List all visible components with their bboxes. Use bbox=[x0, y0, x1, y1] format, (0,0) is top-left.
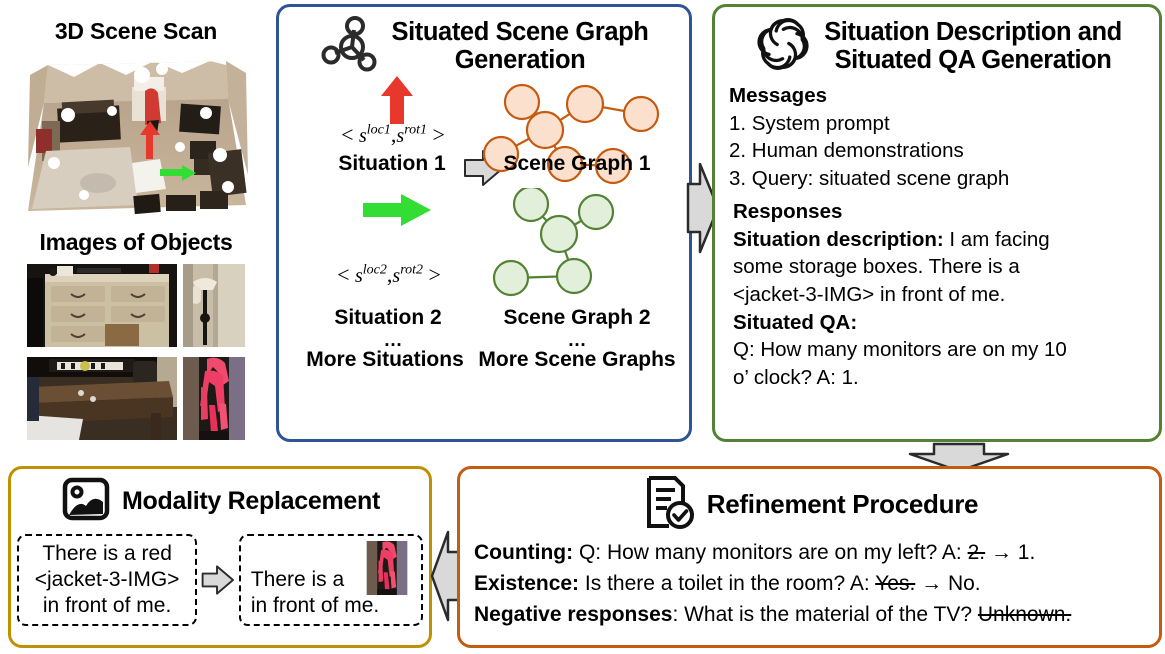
situation-description-line3: <jacket-3-IMG> in front of me. bbox=[733, 282, 1006, 306]
refinement-row-struck: Yes. bbox=[875, 572, 916, 596]
refinement-procedure-panel: Refinement Procedure Counting: Q: How ma… bbox=[457, 466, 1162, 648]
situation1-label: Situation 1 bbox=[338, 152, 446, 175]
situation2-label: Situation 2 bbox=[334, 306, 442, 329]
refinement-row-text: Is there a toilet in the room? A: bbox=[579, 572, 876, 596]
situation-description-block: Situation description: I am facing some … bbox=[729, 226, 1149, 309]
modality-panel-title: Modality Replacement bbox=[122, 487, 380, 515]
modality-replacement-row: There is a red <jacket-3-IMG> in front o… bbox=[11, 534, 429, 627]
document-check-icon bbox=[641, 474, 697, 535]
modality-source-box: There is a red <jacket-3-IMG> in front o… bbox=[17, 534, 198, 627]
message-item-2: 2. Human demonstrations bbox=[729, 139, 964, 163]
object-image-floor-lamp bbox=[183, 264, 245, 347]
modality-source-line2: <jacket-3-IMG> bbox=[34, 568, 180, 592]
more-situations-label: More Situations bbox=[306, 348, 464, 371]
situation-description-line2: some storage boxes. There is a bbox=[733, 255, 1020, 279]
scene-graph-panel-header: Situated Scene Graph Generation bbox=[287, 13, 681, 80]
refinement-panel-header: Refinement Procedure bbox=[460, 474, 1159, 535]
situated-qa-line1: Q: How many monitors are on my 10 bbox=[733, 338, 1067, 362]
refinement-row-struck: 2. bbox=[967, 541, 986, 564]
scene-scan-column: 3D Scene Scan Images of Objects bbox=[0, 0, 272, 450]
more-scene-graphs-label: More Scene Graphs bbox=[478, 348, 676, 371]
modality-target-box: There is a in front of me. bbox=[238, 534, 423, 627]
scene-graph-panel-body: < sloc1,srot1 > Situation 1 < sloc2,srot… bbox=[279, 76, 689, 410]
point-cloud-room-scan bbox=[28, 61, 248, 215]
refinement-row-label: Counting: bbox=[474, 541, 574, 564]
situations-ellipsis: … bbox=[383, 330, 403, 351]
refinement-row-text: Q: How many monitors are on my left? A: bbox=[573, 541, 968, 564]
modality-replacement-panel: Modality Replacement There is a red <jac… bbox=[8, 466, 432, 648]
qa-panel-body: Messages 1. System prompt 2. Human demon… bbox=[715, 80, 1159, 391]
graphs-ellipsis: … bbox=[567, 330, 587, 351]
refinement-row-arrow: → bbox=[915, 572, 948, 596]
situation1-notation: < sloc1,srot1 > bbox=[341, 122, 445, 147]
refinement-row-existence: Existence: Is there a toilet in the room… bbox=[474, 568, 1159, 599]
modality-target-line2: in front of me. bbox=[250, 594, 380, 618]
qa-panel-header: Situation Description and Situated QA Ge… bbox=[721, 13, 1153, 80]
refinement-row-label: Existence: bbox=[474, 572, 580, 596]
qa-panel-title: Situation Description and Situated QA Ge… bbox=[824, 17, 1122, 74]
refinement-row-corrected: 1. bbox=[1017, 541, 1036, 564]
situation2-green-arrow-icon bbox=[363, 194, 431, 226]
image-photo-icon bbox=[60, 473, 112, 530]
refinement-panel-body: Counting: Q: How many monitors are on my… bbox=[460, 535, 1159, 630]
scene-graph-panel-title: Situated Scene Graph Generation bbox=[391, 17, 649, 74]
scene-scan-render bbox=[14, 55, 258, 223]
message-item-3: 3. Query: situated scene graph bbox=[729, 166, 1010, 190]
connector-arrow-modality-source-to-target bbox=[201, 565, 235, 595]
refinement-row-corrected: No. bbox=[947, 572, 981, 596]
situation-description-line1: I am facing bbox=[943, 227, 1050, 251]
scene-graph-generation-panel: Situated Scene Graph Generation < sloc1,… bbox=[276, 4, 692, 442]
messages-heading: Messages bbox=[729, 84, 828, 107]
situation1-red-arrow-icon bbox=[381, 76, 413, 124]
situation2-notation: < sloc2,srot2 > bbox=[337, 262, 441, 287]
modality-source-line1: There is a red bbox=[42, 542, 172, 565]
modality-source-line3: in front of me. bbox=[42, 594, 172, 618]
responses-heading: Responses bbox=[733, 200, 843, 224]
refinement-row-text: : What is the material of the TV? bbox=[672, 603, 978, 627]
object-images-grid bbox=[13, 264, 259, 440]
situation-qa-panel: Situation Description and Situated QA Ge… bbox=[712, 4, 1162, 442]
refinement-row-label: Negative responses bbox=[474, 603, 673, 627]
modality-panel-header: Modality Replacement bbox=[11, 473, 429, 530]
modality-target-image bbox=[365, 541, 409, 596]
openai-logo-icon bbox=[752, 13, 814, 80]
situated-qa-label: Situated QA: bbox=[733, 310, 858, 334]
refinement-row-struck: Unknown. bbox=[977, 603, 1072, 627]
images-of-objects-title: Images of Objects bbox=[39, 229, 233, 255]
object-image-pink-jacket bbox=[183, 357, 245, 440]
figure-root: 3D Scene Scan Images of Objects Situated… bbox=[0, 0, 1165, 654]
graph-nodes-icon bbox=[320, 13, 382, 80]
refinement-row-negative: Negative responses: What is the material… bbox=[474, 599, 1159, 630]
object-image-desk bbox=[27, 357, 177, 440]
refinement-row-arrow: → bbox=[985, 541, 1018, 564]
scene-scan-title: 3D Scene Scan bbox=[54, 18, 218, 44]
refinement-panel-title: Refinement Procedure bbox=[706, 489, 979, 520]
message-item-1: 1. System prompt bbox=[729, 111, 890, 135]
object-image-dresser bbox=[27, 264, 177, 347]
situation-description-label: Situation description: bbox=[733, 227, 944, 251]
scene-graph-2-label: Scene Graph 2 bbox=[503, 306, 651, 329]
scene-graph-1-label: Scene Graph 1 bbox=[503, 152, 651, 175]
situated-qa-line2: o’ clock? A: 1. bbox=[733, 365, 859, 389]
scene-graph-2-diagram bbox=[492, 188, 615, 297]
refinement-row-counting: Counting: Q: How many monitors are on my… bbox=[474, 537, 1159, 568]
